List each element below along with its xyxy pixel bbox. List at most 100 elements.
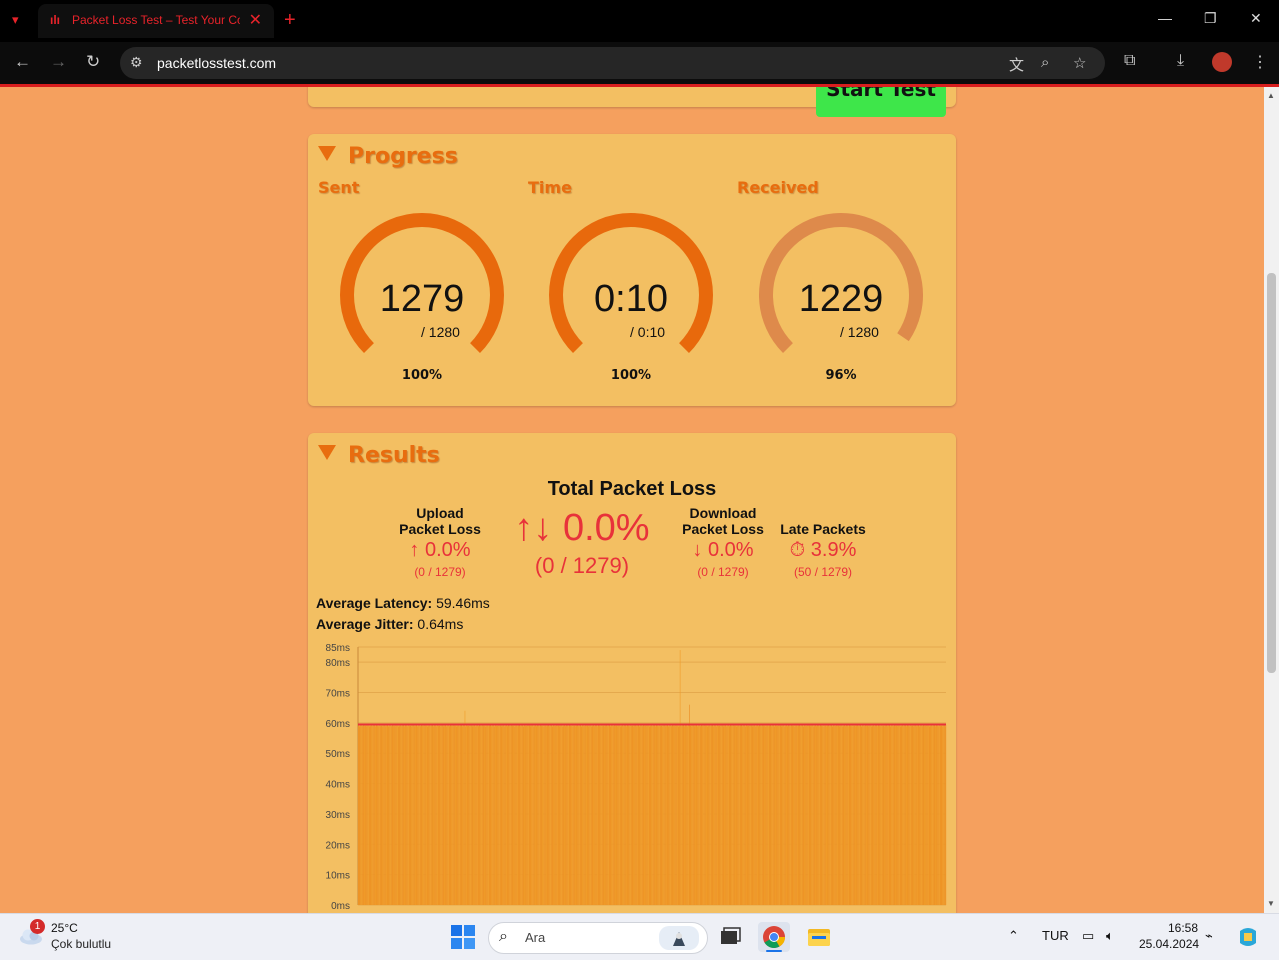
task-view-icon[interactable] [714, 922, 746, 952]
download-loss-value: ↓ 0.0% [692, 539, 754, 561]
average-jitter-value: 0.64ms [417, 616, 464, 632]
start-test-button[interactable]: Start Test [816, 87, 946, 117]
latency-bars [358, 650, 947, 905]
tab-title: Packet Loss Test – Test Your Co [72, 13, 240, 27]
y-tick-label: 60ms [326, 719, 350, 730]
y-tick-label: 70ms [326, 689, 350, 700]
average-jitter: Average Jitter: 0.64ms [316, 616, 464, 632]
profile-avatar[interactable] [1212, 52, 1232, 72]
gauge-total: / 1280 [421, 324, 460, 340]
collapse-triangle-icon [318, 445, 336, 460]
gauge-total: / 1280 [840, 324, 879, 340]
y-tick-label: 85ms [326, 643, 350, 654]
download-icon[interactable]: ⤓ [1177, 52, 1184, 70]
weather-badge: 1 [30, 919, 45, 934]
gauge-sent: 1279 / 1280 100% [337, 210, 507, 383]
latency-chart: 85ms 80ms 70ms 60ms 50ms 40ms 30ms 20ms 10ms 0ms [316, 643, 948, 913]
restore-icon[interactable]: ❐ [1204, 10, 1217, 27]
average-latency-value: 59.46ms [436, 595, 490, 611]
translate-icon[interactable]: 文 [1009, 54, 1024, 75]
search-icon: ⌕ [499, 928, 508, 945]
page-viewport: Start Test Progress Sent Time Received 1… [0, 87, 1264, 913]
gauge-percent: 100% [610, 368, 652, 383]
total-packet-loss-title: Total Packet Loss [547, 478, 717, 500]
tab-close-icon[interactable]: ✕ [249, 10, 262, 30]
tab-search-icon[interactable]: ▾ [12, 12, 19, 28]
gauge-total: / 0:10 [630, 324, 666, 340]
upload-loss-count: (0 / 1279) [414, 565, 466, 579]
address-bar[interactable]: ⚙ packetlosstest.com 文 ⌕ ☆ [120, 47, 1105, 79]
latency-chart-svg: 85ms 80ms 70ms 60ms 50ms 40ms 30ms 20ms 10ms 0ms [326, 643, 947, 912]
search-highlight-icon [659, 926, 699, 950]
late-packets-count: (50 / 1279) [793, 565, 853, 579]
progress-panel: Progress Sent Time Received 1279 / 1280 … [308, 134, 956, 406]
clock-time[interactable]: 16:58 [1168, 921, 1198, 935]
browser-titlebar: ▾ ılı Packet Loss Test – Test Your Co ✕ … [0, 0, 1279, 42]
volume-icon[interactable]: 🔈︎ [1106, 928, 1114, 944]
scroll-up-icon[interactable]: ▲ [1267, 91, 1275, 100]
upload-heading: Upload Packet Loss [399, 505, 481, 537]
y-tick-label: 10ms [326, 871, 350, 882]
latency-bar [945, 724, 947, 905]
gauge-label-received: Received [737, 178, 819, 197]
gauge-percent: 100% [401, 368, 443, 383]
site-info-icon[interactable]: ⚙ [130, 54, 143, 71]
total-loss-value: ↑↓ 0.0% [514, 507, 650, 549]
zoom-icon[interactable]: ⌕ [1041, 54, 1049, 71]
taskbar-search[interactable]: ⌕ Ara [488, 922, 708, 954]
scroll-down-icon[interactable]: ▼ [1267, 899, 1275, 908]
url-text[interactable]: packetlosstest.com [157, 55, 276, 71]
minimize-icon[interactable]: — [1158, 10, 1172, 26]
y-tick-label: 0ms [331, 901, 350, 912]
file-explorer-icon[interactable] [803, 922, 835, 952]
back-icon[interactable]: ← [14, 52, 31, 72]
test-settings-panel: Start Test [308, 87, 956, 117]
download-loss-count: (0 / 1279) [697, 565, 749, 579]
average-latency: Average Latency: 59.46ms [316, 595, 490, 611]
upload-loss-value: ↑ 0.0% [409, 539, 471, 561]
clock-date[interactable]: 25.04.2024 [1139, 937, 1199, 951]
progress-heading[interactable]: Progress [318, 144, 458, 169]
browser-toolbar: ← → ↻ ⚙ packetlosstest.com 文 ⌕ ☆ ⧉ ⤓ ⋮ [0, 42, 1279, 87]
active-tab[interactable]: ılı Packet Loss Test – Test Your Co ✕ [38, 4, 274, 38]
late-packets-heading: Late Packets [780, 521, 866, 537]
gauge-received: 1229 / 1280 96% [756, 210, 926, 383]
new-tab-icon[interactable]: + [284, 9, 296, 32]
gauge-time: 0:10 / 0:10 100% [546, 210, 716, 383]
input-language[interactable]: TUR [1042, 928, 1069, 943]
notifications-icon[interactable]: ⌁ [1205, 928, 1213, 944]
y-tick-label: 50ms [326, 749, 350, 760]
scrollbar-thumb[interactable] [1267, 273, 1276, 673]
results-heading[interactable]: Results [318, 443, 440, 468]
tray-overflow-icon[interactable]: ⌃ [1008, 928, 1019, 944]
gauge-label-time: Time [528, 178, 572, 197]
bookmark-star-icon[interactable]: ☆ [1073, 54, 1086, 72]
menu-icon[interactable]: ⋮ [1252, 52, 1268, 72]
y-tick-label: 30ms [326, 810, 350, 821]
page-scrollbar[interactable]: ▲ ▼ [1264, 87, 1279, 913]
late-packets-value: ⏱ 3.9% [789, 539, 857, 561]
network-icon[interactable]: ▭ [1082, 928, 1094, 944]
results-panel: Results Total Packet Loss Upload Packet L… [308, 433, 956, 913]
windows-start-icon[interactable] [451, 925, 475, 949]
copilot-icon[interactable] [1236, 925, 1260, 949]
site-favicon-icon: ılı [50, 13, 61, 27]
y-tick-label: 20ms [326, 840, 350, 851]
weather-description[interactable]: Çok bulutlu [51, 937, 111, 951]
forward-icon[interactable]: → [50, 52, 67, 72]
windows-taskbar: 1 25°C Çok bulutlu ⌕ Ara ⌃ TUR ▭ 🔈︎ 16:5… [0, 913, 1279, 960]
gauge-percent: 96% [825, 368, 857, 383]
y-tick-label: 40ms [326, 780, 350, 791]
gauge-label-sent: Sent [318, 178, 360, 197]
y-tick-label: 80ms [326, 658, 350, 669]
search-placeholder: Ara [525, 930, 546, 945]
chrome-taskbar-icon[interactable] [758, 922, 790, 952]
extensions-icon[interactable]: ⧉ [1124, 52, 1135, 70]
gauge-value: 1229 [798, 278, 884, 320]
reload-icon[interactable]: ↻ [86, 52, 100, 72]
close-window-icon[interactable]: ✕ [1250, 10, 1262, 27]
download-heading: Download Packet Loss [682, 505, 764, 537]
total-loss-count: (0 / 1279) [534, 553, 630, 578]
weather-temperature[interactable]: 25°C [51, 921, 78, 935]
gauge-value: 0:10 [594, 278, 668, 320]
